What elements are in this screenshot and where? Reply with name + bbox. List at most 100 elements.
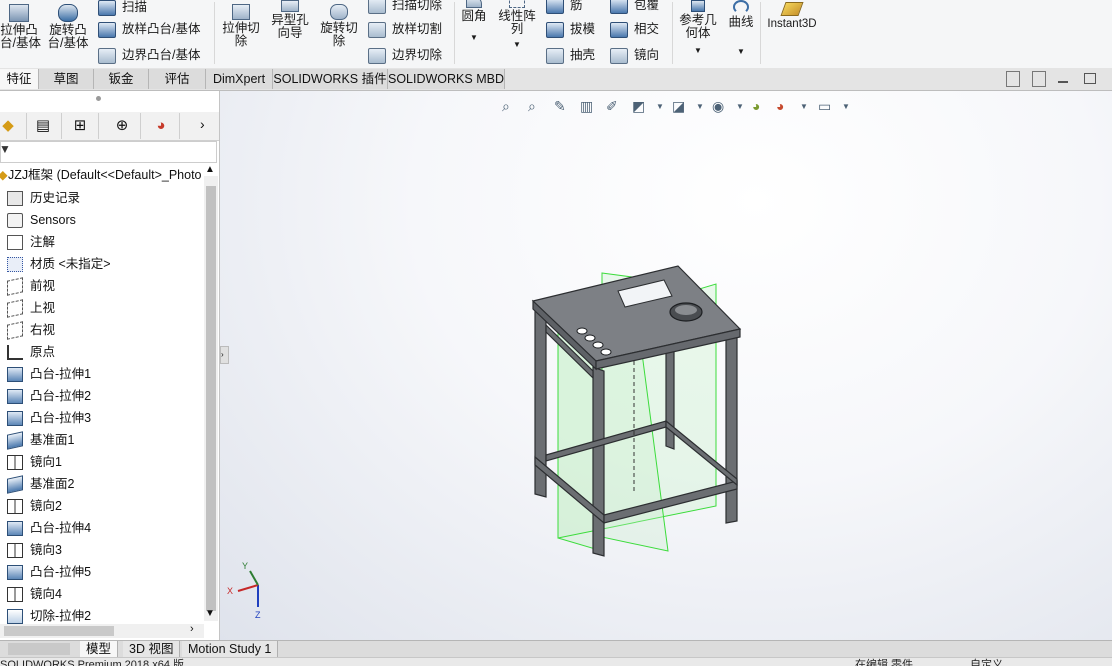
next-pane-icon[interactable] — [1032, 71, 1046, 87]
tree-item-label: 镜向4 — [30, 587, 62, 601]
extrude-cut-icon — [232, 4, 250, 20]
cut-icon — [7, 609, 23, 624]
swept-cut-button[interactable]: 扫描切除 — [368, 0, 442, 14]
material-icon — [7, 257, 23, 272]
tree-hscrollbar[interactable]: › — [0, 623, 204, 638]
coordinate-triad: Y X Z — [227, 561, 261, 620]
feature-tree-tab-icon[interactable]: ◆ — [0, 113, 27, 139]
tree-scrollbar-thumb[interactable] — [206, 186, 216, 611]
mirror-icon — [610, 47, 628, 64]
tab-features[interactable]: 特征 — [0, 69, 39, 89]
fillet-button[interactable]: 圆角 ▼ — [458, 0, 490, 44]
extrude-icon — [7, 565, 23, 580]
tab-3d-views[interactable]: 3D 视图 — [123, 641, 181, 657]
extrude-boss-label: 拉伸凸 台/基体 — [0, 23, 41, 50]
fillet-label: 圆角 — [461, 9, 487, 23]
fillet-dropdown-caret[interactable]: ▼ — [458, 31, 490, 44]
revolve-cut-button[interactable]: 旋转切 除 — [318, 4, 360, 48]
boundary-boss-button[interactable]: 边界凸台/基体 — [98, 44, 200, 64]
extrude-boss-button[interactable]: 拉伸凸 台/基体 — [0, 4, 41, 50]
tab-motion-study[interactable]: Motion Study 1 — [182, 641, 279, 657]
tab-evaluate[interactable]: 评估 — [149, 69, 206, 89]
tree-item-label: 凸台-拉伸5 — [30, 565, 92, 579]
linear-pattern-label: 线性阵 列 — [498, 9, 536, 36]
linear-pattern-dropdown-caret[interactable]: ▼ — [494, 38, 540, 51]
panel-grip-icon[interactable] — [96, 96, 101, 101]
revolve-boss-icon — [58, 4, 78, 22]
reference-geometry-label: 参考几 何体 — [679, 13, 717, 40]
plane-icon — [7, 321, 23, 340]
tree-scroll-down-icon[interactable]: ▼ — [205, 608, 215, 619]
dimxpert-manager-tab-icon[interactable]: ⊕ — [104, 113, 141, 139]
sweep-button[interactable]: 扫描 — [98, 0, 147, 16]
tab-navigation-arrows-icon[interactable] — [8, 643, 70, 655]
tab-dimxpert[interactable]: DimXpert — [206, 69, 273, 89]
tree-item-label: 凸台-拉伸1 — [30, 367, 92, 381]
configuration-manager-tab-icon[interactable]: ⊞ — [62, 113, 99, 139]
command-manager-ribbon: 拉伸凸 台/基体 旋转凸 台/基体 扫描 放样凸台/基体 边界凸台/基体 拉伸切… — [0, 0, 1112, 69]
part-icon: ◆ — [0, 168, 8, 182]
extrude-icon — [7, 411, 23, 426]
tree-filter-input[interactable]: ▼ — [0, 141, 217, 163]
intersect-button[interactable]: 相交 — [610, 18, 659, 38]
plane-icon — [7, 277, 23, 296]
intersect-icon — [610, 21, 628, 38]
tab-solidworks-mbd[interactable]: SOLIDWORKS MBD — [388, 69, 505, 89]
tree-item-label: 材质 <未指定> — [30, 257, 111, 271]
boundary-boss-label: 边界凸台/基体 — [122, 48, 201, 62]
rib-label: 筋 — [570, 0, 583, 12]
extrude-cut-label: 拉伸切 除 — [222, 21, 260, 48]
restore-icon[interactable] — [1084, 73, 1096, 84]
ribbon-separator — [214, 2, 215, 64]
loft-boss-button[interactable]: 放样凸台/基体 — [98, 18, 200, 38]
revolve-boss-button[interactable]: 旋转凸 台/基体 — [44, 4, 92, 50]
display-manager-tab-icon[interactable]: ◕ — [143, 113, 180, 139]
graphics-area[interactable]: › ⌕ ⌕ ✎ ▥ ✐ ◩ ▼ ◪ ▼ ◉ ▼ ◕ ◕ ▼ ▭ ▼ Y X Z — [220, 91, 1112, 641]
reference-geometry-button[interactable]: 参考几 何体 ▼ — [676, 0, 720, 57]
tabs-scroll-right-icon[interactable]: › — [200, 116, 205, 132]
linear-pattern-button[interactable]: 线性阵 列 ▼ — [494, 0, 540, 51]
draft-button[interactable]: 拔模 — [546, 18, 595, 38]
reference-geometry-dropdown-caret[interactable]: ▼ — [676, 44, 720, 57]
property-manager-tab-icon[interactable]: ▤ — [25, 113, 62, 139]
tree-scroll-right-icon[interactable]: › — [190, 623, 194, 635]
hole-wizard-button[interactable]: 异型孔 向导 — [268, 0, 312, 40]
rib-button[interactable]: 筋 — [546, 0, 583, 14]
lofted-cut-button[interactable]: 放样切割 — [368, 18, 442, 38]
previous-pane-icon[interactable] — [1006, 71, 1020, 87]
tree-item-label: 注解 — [30, 235, 56, 249]
wrap-button[interactable]: 包覆 — [610, 0, 659, 14]
tab-sketch[interactable]: 草图 — [39, 69, 94, 89]
feature-manager-panel: ◆ ▤ ⊞ ⊕ ◕ › ▼ ◆ JZJ框架 (Default<<Default>… — [0, 91, 220, 641]
history-icon — [7, 191, 23, 206]
tab-model[interactable]: 模型 — [80, 641, 119, 657]
annotations-icon — [7, 235, 23, 250]
tree-hscrollbar-thumb[interactable] — [4, 626, 114, 636]
draft-label: 拔模 — [570, 22, 596, 36]
tab-sheet-metal[interactable]: 钣金 — [94, 69, 149, 89]
tree-scroll-up-icon[interactable]: ▲ — [205, 164, 215, 175]
tree-item-label: 原点 — [30, 345, 56, 359]
extrude-icon — [7, 521, 23, 536]
minimize-icon[interactable] — [1058, 81, 1068, 83]
rib-icon — [546, 0, 564, 14]
extrude-cut-button[interactable]: 拉伸切 除 — [220, 4, 262, 48]
plane-icon — [7, 299, 23, 318]
plane-feature-icon — [7, 431, 23, 450]
revolve-cut-label: 旋转切 除 — [320, 21, 358, 48]
instant3d-button[interactable]: Instant3D — [764, 2, 820, 31]
curves-dropdown-caret[interactable]: ▼ — [724, 45, 758, 58]
boundary-cut-icon — [368, 47, 386, 64]
instant3d-label: Instant3D — [767, 18, 817, 30]
fillet-icon — [466, 0, 482, 8]
shell-button[interactable]: 抽壳 — [546, 44, 595, 64]
boundary-cut-button[interactable]: 边界切除 — [368, 44, 442, 64]
tab-solidworks-addins[interactable]: SOLIDWORKS 插件 — [273, 69, 388, 89]
mirror-button[interactable]: 镜向 — [610, 44, 659, 64]
revolve-cut-icon — [330, 4, 348, 20]
bottom-tab-bar: 模型 3D 视图 Motion Study 1 — [0, 640, 1112, 657]
curves-button[interactable]: 曲线 ▼ — [724, 0, 758, 58]
tree-item-label: Sensors — [30, 213, 76, 227]
command-manager-tabs: 特征 草图 钣金 评估 DimXpert SOLIDWORKS 插件 SOLID… — [0, 68, 1112, 91]
boundary-icon — [98, 47, 116, 64]
